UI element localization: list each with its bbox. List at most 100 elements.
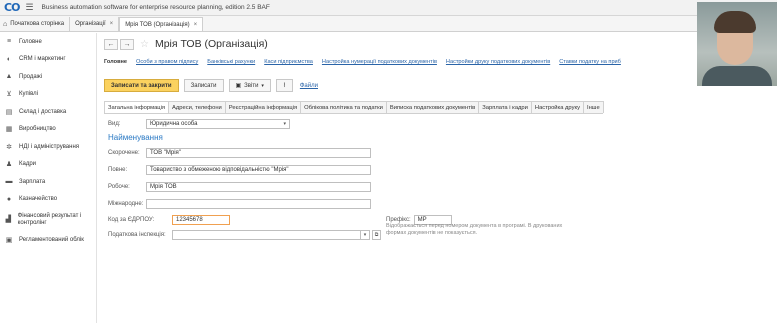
tax-inspection-row: Податкова інспекція: ▾ ⧉ [108, 230, 381, 240]
tab-other[interactable]: Інше [582, 101, 604, 113]
full-name-row: Повне: Товариство з обмеженою відповідал… [108, 165, 371, 175]
star-icon[interactable]: ☆ [140, 39, 149, 50]
files-link[interactable]: Файли [300, 83, 318, 89]
home-icon: ⌂ [3, 20, 8, 28]
short-name-row: Скорочене: ТОВ "Мрія" [108, 148, 371, 158]
sidebar-item-label: Казначейство [19, 196, 58, 203]
window-tabs: ⌂ Початкова сторінка Організації × Мрія … [0, 16, 777, 32]
webcam-overlay [697, 2, 777, 86]
intl-name-label: Міжнародне: [108, 201, 144, 207]
sidebar-item-purchases[interactable]: ⊻ Купівлі [0, 86, 96, 104]
report-icon: ▣ [235, 83, 242, 89]
tab-general[interactable]: Загальна інформація [104, 101, 170, 113]
tab-addresses[interactable]: Адреси, телефони [168, 101, 226, 113]
work-name-input[interactable]: Мрія ТОВ [146, 182, 371, 192]
production-icon: ▦ [5, 126, 13, 134]
sidebar-item-hr[interactable]: ♟ Кадри [0, 156, 96, 174]
prefix-note: Відображається перед номером документа в… [386, 223, 563, 236]
type-value: Юридична особа [150, 121, 198, 127]
link-tax-rates[interactable]: Ставки податку на приб [559, 59, 621, 65]
paperclip-icon: ⌇ [282, 83, 286, 89]
webcam-shirt [702, 66, 772, 86]
sidebar-item-label: НДІ і адміністрування [19, 143, 80, 150]
sidebar-item-salary[interactable]: ▬ Зарплата [0, 173, 96, 191]
sidebar-item-label: Продажі [19, 73, 43, 80]
reports-button[interactable]: ▣ Звіти ▾ [228, 79, 271, 92]
sidebar-item-warehouse[interactable]: ▤ Склад і доставка [0, 103, 96, 121]
crm-icon: ◐ [6, 55, 12, 63]
sidebar-item-label: Фінансовий результат і контролінг [17, 212, 82, 226]
cart-icon: ⊻ [6, 91, 12, 99]
tab-salary-hr[interactable]: Зарплата і кадри [478, 101, 532, 113]
page-tabs: Загальна інформація Адреси, телефони Реє… [104, 101, 604, 114]
sidebar-item-sales[interactable]: ▲ Продажі [0, 68, 96, 86]
short-name-label: Скорочене: [108, 150, 140, 156]
edrpou-label: Код за ЄДРПОУ: [108, 217, 155, 223]
short-name-input[interactable]: ТОВ "Мрія" [146, 148, 371, 158]
sidebar-item-treasury[interactable]: ● Казначейство [0, 191, 96, 209]
tax-inspection-label: Податкова інспекція: [108, 232, 166, 238]
menu-icon: ≡ [6, 38, 12, 46]
webcam-hair [714, 11, 756, 33]
sidebar-item-production[interactable]: ▦ Виробництво [0, 121, 96, 139]
link-numbering[interactable]: Настройка нумерації податкових документі… [322, 59, 437, 65]
sidebar-item-crm[interactable]: ◐ CRM і маркетинг [0, 51, 96, 69]
close-icon[interactable]: × [110, 21, 114, 27]
sidebar: ≡ Головне ◐ CRM і маркетинг ▲ Продажі ⊻ Купі… [0, 33, 97, 323]
type-row: Вид: Юридична особа ▾ [108, 119, 290, 129]
back-button[interactable]: ← [104, 38, 118, 50]
link-cash-desks[interactable]: Каси підприємства [264, 59, 313, 65]
open-icon[interactable]: ⧉ [372, 230, 381, 240]
save-button[interactable]: Записати [183, 79, 224, 92]
title-bar: CO ☰ Business automation software for en… [0, 0, 777, 16]
sidebar-item-label: Зарплата [19, 178, 46, 185]
forward-button[interactable]: → [120, 38, 134, 50]
type-select[interactable]: Юридична особа ▾ [146, 119, 290, 129]
money-icon: ▬ [5, 178, 13, 186]
link-signatories[interactable]: Особи з правом підпису [136, 59, 198, 65]
type-label: Вид: [108, 121, 121, 127]
sidebar-item-label: Купівлі [19, 91, 38, 98]
sidebar-item-main[interactable]: ≡ Головне [0, 33, 96, 51]
attach-button[interactable]: ⌇ [275, 79, 293, 92]
menu-icon[interactable]: ☰ [25, 2, 33, 13]
sidebar-item-label: Виробництво [19, 126, 56, 133]
link-print-settings[interactable]: Настройки друку податкових документів [446, 59, 550, 65]
save-close-button[interactable]: Записати та закрити [104, 79, 179, 92]
full-name-label: Повне: [108, 167, 128, 173]
app-title: Business automation software for enterpr… [41, 4, 270, 11]
reports-label: Звіти [244, 82, 259, 89]
tab-tax-documents[interactable]: Виписка податкових документів [385, 101, 480, 113]
sidebar-item-label: Регламентований облік [19, 236, 84, 243]
tab-accounting-policy[interactable]: Облікова політика та податки [300, 101, 387, 113]
sales-icon: ▲ [5, 73, 13, 81]
link-bank-accounts[interactable]: Банківські рахунки [207, 59, 255, 65]
tab-print-settings[interactable]: Настройка друку [530, 101, 584, 113]
chevron-down-icon[interactable]: ▾ [361, 230, 370, 240]
treasury-icon: ● [6, 195, 12, 203]
intl-name-row: Міжнародне: [108, 199, 371, 209]
sidebar-item-label: CRM і маркетинг [19, 56, 66, 63]
tab-registration[interactable]: Реєстраційна інформація [224, 101, 302, 113]
toolbar: Записати та закрити Записати ▣ Звіти ▾ ⌇… [104, 79, 318, 92]
link-main[interactable]: Головне [104, 59, 127, 65]
sidebar-item-label: Кадри [19, 161, 37, 168]
sidebar-item-label: Склад і доставка [19, 108, 67, 115]
tab-home[interactable]: ⌂ Початкова сторінка [0, 17, 71, 31]
full-name-input[interactable]: Товариство з обмеженою відповідальністю … [146, 165, 371, 175]
sidebar-item-admin[interactable]: ✲ НДІ і адміністрування [0, 138, 96, 156]
edrpou-input[interactable]: 12345678 [172, 215, 230, 225]
close-icon[interactable]: × [194, 22, 198, 28]
warehouse-icon: ▤ [5, 108, 13, 116]
tab-organization-record[interactable]: Мрія ТОВ (Організація) × [119, 17, 204, 31]
form-links: Головне Особи з правом підпису Банківськ… [104, 59, 630, 65]
work-name-label: Робоче: [108, 184, 130, 190]
tab-organizations-label: Організації [75, 21, 106, 27]
tab-home-label: Початкова сторінка [10, 21, 65, 27]
sidebar-item-accounting[interactable]: ▣ Регламентований облік [0, 231, 96, 249]
page-title: Мрія ТОВ (Організація) [154, 38, 268, 50]
tax-inspection-input[interactable] [172, 230, 361, 240]
sidebar-item-finance[interactable]: ▟ Фінансовий результат і контролінг [0, 208, 96, 231]
tab-organizations[interactable]: Організації × [70, 17, 120, 31]
intl-name-input[interactable] [146, 199, 371, 209]
